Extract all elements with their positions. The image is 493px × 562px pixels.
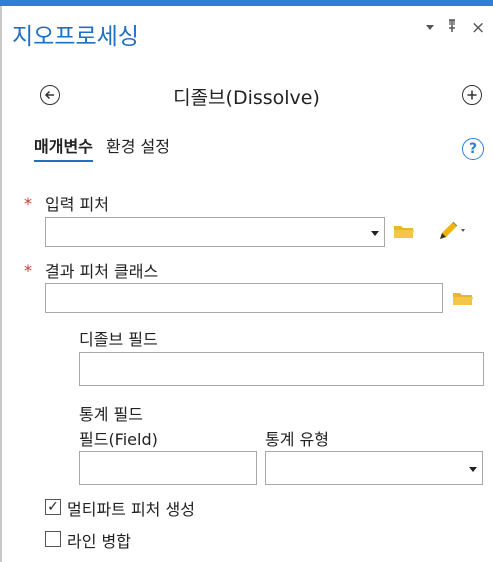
pane-top-accent [0,0,493,6]
chevron-down-icon [371,231,379,236]
folder-browse-icon[interactable] [393,223,415,243]
statistic-type-header: 통계 유형 [265,430,329,449]
unsplit-lines-label: 라인 병합 [67,532,131,551]
pane-title: 지오프로세싱 [12,24,139,50]
required-mark: * [24,194,32,213]
output-feature-class-label: 결과 피처 클래스 [45,262,159,281]
tab-parameters[interactable]: 매개변수 [34,133,93,162]
help-icon[interactable]: ? [462,138,484,160]
folder-browse-icon[interactable] [452,290,474,310]
pin-icon[interactable] [446,18,458,37]
input-features-dropdown[interactable] [45,217,385,247]
tab-bar: 매개변수 환경 설정 [34,133,170,162]
tool-title: 디졸브(Dissolve) [173,87,320,109]
output-feature-class-input[interactable] [45,283,443,313]
unsplit-lines-checkbox[interactable] [45,531,61,547]
tab-environments[interactable]: 환경 설정 [106,133,170,157]
statistics-field-input[interactable] [79,451,257,485]
statistic-type-dropdown[interactable] [265,451,483,485]
required-mark: * [24,261,32,280]
input-features-label: 입력 피처 [45,195,109,214]
chevron-down-icon [469,467,477,472]
statistics-field-header: 필드(Field) [79,430,158,449]
statistics-field-label: 통계 필드 [79,405,143,424]
dissolve-field-label: 디졸브 필드 [79,330,158,349]
plus-icon [467,90,477,100]
dissolve-field-input[interactable] [79,352,484,386]
multipart-checkbox[interactable]: ✓ [45,499,61,515]
pencil-icon[interactable] [437,219,467,245]
add-button[interactable] [462,85,482,105]
multipart-label: 멀티파트 피처 생성 [67,500,195,519]
close-icon[interactable]: × [471,18,485,38]
pane-menu-icon[interactable] [424,18,436,37]
